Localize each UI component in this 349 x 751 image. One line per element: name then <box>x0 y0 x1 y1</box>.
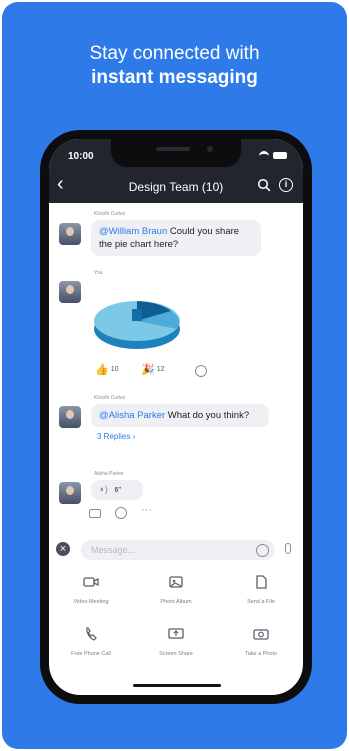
sender-name: Khoshi Curtez <box>94 395 126 401</box>
chat-header: ‹ Design Team (10) i <box>49 169 303 203</box>
tool-label: Video Meeting <box>73 599 109 605</box>
take-photo-button[interactable]: Take a Photo <box>219 627 303 669</box>
tool-label: Photo Album <box>160 599 192 605</box>
speaker-wave-icon: ◗) <box>99 484 108 495</box>
avatar[interactable] <box>59 482 81 504</box>
emoji-icon[interactable] <box>256 544 269 557</box>
message-text: What do you think? <box>165 410 250 421</box>
info-icon[interactable]: i <box>279 178 293 192</box>
avatar[interactable] <box>59 406 81 428</box>
phone-call-button[interactable]: Free Phone Call <box>49 627 133 669</box>
video-camera-icon <box>83 577 99 587</box>
sender-name: You <box>94 270 103 276</box>
reaction-thumbs-up[interactable]: 👍 10 <box>95 363 119 376</box>
mention[interactable]: @Alisha Parker <box>99 410 165 421</box>
message-bubble[interactable]: @Alisha Parker What do you think? <box>91 404 269 427</box>
search-icon[interactable] <box>257 178 271 192</box>
photo-album-button[interactable]: Photo Album <box>134 575 218 617</box>
tool-label: Screen Share <box>159 651 193 657</box>
more-options-icon[interactable]: ··· <box>141 504 152 516</box>
audio-message[interactable]: ◗) 6" <box>91 480 143 500</box>
tool-label: Send a File <box>247 599 275 605</box>
avatar[interactable] <box>59 223 81 245</box>
message-bubble[interactable]: @William Braun Could you share the pie c… <box>91 220 261 256</box>
photo-album-icon <box>169 576 183 588</box>
speaker <box>156 147 190 151</box>
headline: Stay connected with instant messaging <box>2 42 347 90</box>
promo-background: Stay connected with instant messaging 10… <box>2 2 347 749</box>
thumbs-up-icon: 👍 <box>95 364 109 376</box>
mention[interactable]: @William Braun <box>99 226 167 237</box>
headline-line-2: instant messaging <box>91 67 258 88</box>
status-icons <box>259 151 287 159</box>
action-toolbar: Video Meeting Photo Album Send a File Fr… <box>49 571 303 683</box>
video-meeting-button[interactable]: Video Meeting <box>49 575 133 617</box>
plus-icon[interactable]: × <box>56 542 70 556</box>
battery-icon <box>273 151 287 159</box>
audio-duration: 6" <box>114 487 121 494</box>
sender-name: Alisha Parker <box>94 471 124 477</box>
reaction-party[interactable]: 🎉 12 <box>141 363 165 376</box>
microphone-icon[interactable] <box>285 543 291 554</box>
screen-share-icon <box>168 628 184 639</box>
phone-icon <box>86 627 97 641</box>
party-popper-icon: 🎉 <box>141 364 155 376</box>
wifi-icon <box>259 151 269 159</box>
sender-name: Khoshi Curtez <box>94 211 126 217</box>
message-list[interactable]: Khoshi Curtez @William Braun Could you s… <box>49 203 303 528</box>
replies-link[interactable]: 3 Replies › <box>97 432 135 441</box>
status-bar: 10:00 <box>49 139 303 169</box>
add-reaction-icon[interactable] <box>115 507 127 519</box>
phone-screen: 10:00 ‹ Design Team (10) i Khoshi Curtez… <box>49 139 303 695</box>
message-input[interactable] <box>81 540 275 560</box>
home-indicator <box>133 684 221 687</box>
composer: × <box>49 534 303 564</box>
front-camera <box>207 146 213 152</box>
send-file-button[interactable]: Send a File <box>219 575 303 617</box>
reply-icon[interactable] <box>89 509 101 518</box>
file-icon <box>256 575 267 589</box>
screen-share-button[interactable]: Screen Share <box>134 627 218 669</box>
reaction-count: 10 <box>110 366 119 373</box>
notch <box>111 139 241 167</box>
tool-label: Free Phone Call <box>71 651 111 657</box>
tool-label: Take a Photo <box>244 651 278 657</box>
status-time: 10:00 <box>68 151 94 162</box>
pie-chart-image[interactable] <box>87 279 187 359</box>
headline-line-1: Stay connected with <box>89 43 260 64</box>
avatar[interactable] <box>59 281 81 303</box>
add-reaction-icon[interactable] <box>195 365 207 377</box>
camera-icon <box>253 629 269 640</box>
reaction-count: 12 <box>156 366 165 373</box>
phone-frame: 10:00 ‹ Design Team (10) i Khoshi Curtez… <box>40 130 312 704</box>
